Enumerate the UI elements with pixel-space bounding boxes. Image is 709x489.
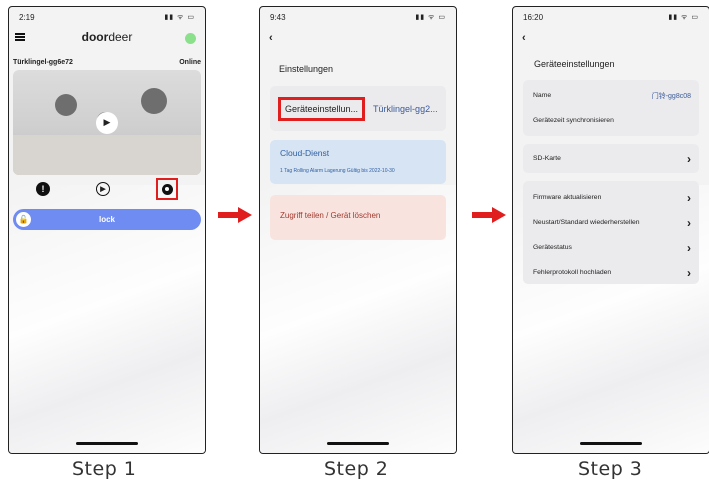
chevron-right-icon: › [687, 240, 691, 255]
settings-gear-icon[interactable] [161, 183, 173, 195]
home-indicator[interactable] [76, 442, 138, 445]
app-logo: doordeer [9, 30, 205, 44]
page-title: Geräteeinstellungen [534, 59, 615, 69]
name-value: 门铃-gg8c08 [651, 92, 691, 100]
app-header: doordeer [9, 27, 205, 57]
alert-icon[interactable]: ! [36, 182, 50, 196]
step-label: Step 2 [324, 458, 389, 480]
action-icons-row: ! ▶ [13, 178, 201, 200]
cloud-subtitle: 1 Tag Rolling Alarm Lagerung Gültig bis … [280, 168, 395, 174]
chevron-right-icon: › [687, 190, 691, 205]
firmware-label: Firmware aktualisieren [533, 194, 602, 201]
phone-screen-step3: 16:20 ▮▮ ᯤ ▭ ‹ Geräteeinstellungen Name … [512, 6, 709, 454]
lock-button[interactable]: 🔓 lock [13, 209, 201, 230]
settings-highlight-box[interactable] [156, 178, 178, 200]
sync-time-row[interactable]: Gerätezeit synchronisieren [533, 114, 691, 127]
logo-light: deer [108, 30, 133, 44]
home-indicator[interactable] [580, 442, 642, 445]
status-time: 9:43 [270, 12, 286, 22]
logo-bold: door [81, 30, 109, 44]
online-indicator-icon [185, 33, 196, 44]
video-preview[interactable]: ▶ [13, 70, 201, 175]
device-settings-row[interactable]: Geräteeinstellun... Türklingel-gg2... [270, 86, 446, 131]
firmware-update-row[interactable]: Firmware aktualisieren › [533, 191, 691, 204]
phone-screen-step1: 2:19 ▮▮ ᯤ ▭ doordeer Türklingel-gg6e72 O… [8, 6, 206, 454]
play-icon[interactable]: ▶ [96, 111, 118, 134]
video-person [55, 94, 77, 116]
status-time: 16:20 [523, 12, 544, 22]
step-label: Step 3 [578, 458, 643, 480]
home-indicator[interactable] [327, 442, 389, 445]
status-bar: 2:19 ▮▮ ᯤ ▭ [19, 11, 195, 23]
device-status-label: Gerätestatus [533, 244, 572, 251]
status-icons: ▮▮ ᯤ ▭ [164, 13, 195, 21]
device-name: Türklingel-gg2... [373, 103, 438, 114]
back-chevron-icon[interactable]: ‹ [269, 32, 273, 44]
upload-log-label: Fehlerprotokoll hochladen [533, 269, 612, 276]
back-chevron-icon[interactable]: ‹ [522, 32, 526, 44]
arrow-right-icon [218, 207, 252, 223]
playback-icon[interactable]: ▶ [96, 182, 110, 196]
name-sync-card: Name 门铃-gg8c08 Gerätezeit synchronisiere… [523, 80, 699, 136]
chevron-right-icon: › [687, 151, 691, 166]
device-row: Türklingel-gg6e72 Online [13, 59, 201, 66]
status-bar: 9:43 ▮▮ ᯤ ▭ [270, 11, 446, 23]
name-row[interactable]: Name 门铃-gg8c08 [533, 89, 691, 102]
status-bar: 16:20 ▮▮ ᯤ ▭ [523, 11, 699, 23]
sd-card-row[interactable]: SD-Karte › [523, 144, 699, 173]
phone-screen-step2: 9:43 ▮▮ ᯤ ▭ ‹ Einstellungen Geräteeinste… [259, 6, 457, 454]
arrow-right-icon [472, 207, 506, 223]
sync-time-label: Gerätezeit synchronisieren [533, 117, 614, 124]
status-icons: ▮▮ ᯤ ▭ [668, 13, 699, 21]
name-label: Name [533, 92, 552, 99]
lock-label: lock [98, 215, 115, 224]
cloud-title: Cloud-Dienst [280, 148, 330, 158]
device-status-row[interactable]: Gerätestatus › [533, 241, 691, 254]
restart-label: Neustart/Standard wiederherstellen [533, 219, 640, 226]
device-name: Türklingel-gg6e72 [13, 59, 73, 66]
device-actions-card: Firmware aktualisieren › Neustart/Standa… [523, 181, 699, 284]
cloud-service-card[interactable]: Cloud-Dienst 1 Tag Rolling Alarm Lagerun… [270, 140, 446, 184]
sd-card-label: SD-Karte [533, 155, 561, 162]
video-sofa [13, 135, 201, 175]
status-time: 2:19 [19, 12, 35, 22]
device-settings-label[interactable]: Geräteeinstellun... [278, 96, 366, 121]
device-status: Online [179, 59, 201, 66]
unlock-icon: 🔓 [16, 212, 31, 227]
status-icons: ▮▮ ᯤ ▭ [415, 13, 446, 21]
page-title: Einstellungen [279, 64, 334, 74]
restart-reset-row[interactable]: Neustart/Standard wiederherstellen › [533, 216, 691, 229]
step-label: Step 1 [72, 458, 137, 480]
chevron-right-icon: › [687, 215, 691, 230]
chevron-right-icon: › [687, 265, 691, 280]
video-person [141, 88, 167, 114]
sd-card-item[interactable]: SD-Karte › [533, 152, 691, 165]
upload-log-row[interactable]: Fehlerprotokoll hochladen › [533, 266, 691, 279]
share-delete-button[interactable]: Zugriff teilen / Gerät löschen [270, 195, 446, 240]
